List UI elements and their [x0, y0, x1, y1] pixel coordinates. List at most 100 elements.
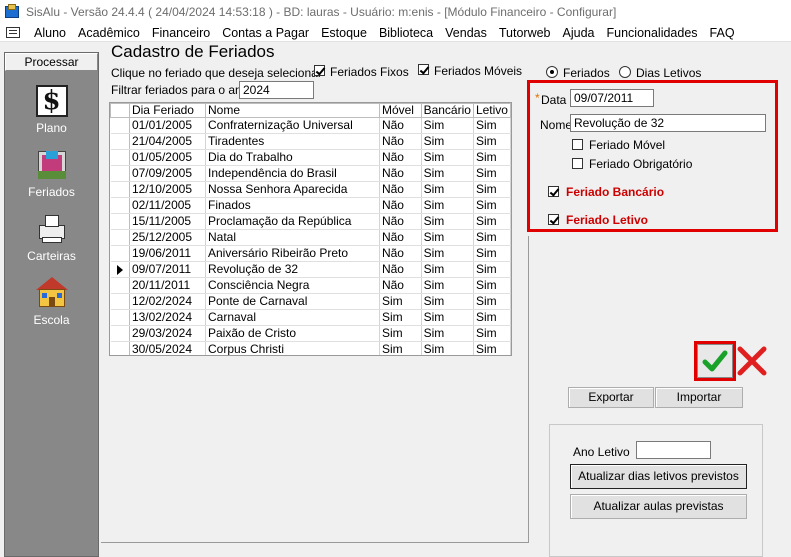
column-header-dia[interactable]: Dia Feriado [128, 103, 207, 118]
table-row[interactable]: 25/12/2005 Natal Não Sim Sim [110, 229, 511, 246]
cell-letivo: Sim [473, 309, 511, 326]
menu-academico[interactable]: Acadêmico [72, 26, 146, 40]
cell-movel: Sim [379, 309, 422, 326]
cell-bancario: Sim [421, 261, 474, 278]
cell-bancario: Sim [421, 293, 474, 310]
cell-nome: Confraternização Universal [205, 117, 380, 134]
menu-vendas[interactable]: Vendas [439, 26, 493, 40]
menu-ajuda[interactable]: Ajuda [557, 26, 601, 40]
cell-nome: Proclamação da República [205, 213, 380, 230]
sidebar-item-escola[interactable]: Escola [5, 277, 98, 327]
dias-letivos-radio[interactable] [619, 66, 631, 78]
atualizar-aulas-button[interactable]: Atualizar aulas previstas [570, 494, 747, 519]
menu-aluno[interactable]: Aluno [28, 26, 72, 40]
feriado-bancario-checkbox[interactable] [548, 186, 559, 197]
feriado-obrigatorio-checkbox[interactable] [572, 158, 583, 169]
data-label: Data [541, 93, 567, 107]
table-row[interactable]: 30/05/2024 Corpus Christi Sim Sim Sim [110, 341, 511, 355]
cell-letivo: Sim [473, 325, 511, 342]
feriados-radio-label: Feriados [563, 66, 610, 80]
row-indicator [110, 325, 130, 342]
importar-button[interactable]: Importar [655, 387, 743, 408]
column-header-letivo[interactable]: Letivo [472, 103, 511, 118]
cell-dia: 07/09/2005 [129, 165, 207, 182]
feriado-movel-checkbox[interactable] [572, 139, 583, 150]
sidebar: Processar $ Plano Feriados Carteiras Esc… [4, 52, 99, 557]
table-row[interactable]: 12/02/2024 Ponte de Carnaval Sim Sim Sim [110, 293, 511, 310]
filter-year-input[interactable] [239, 81, 314, 99]
column-header-movel[interactable]: Móvel [378, 103, 422, 118]
cell-bancario: Sim [421, 197, 474, 214]
data-field[interactable] [570, 89, 654, 107]
window-title: SisAlu - Versão 24.4.4 ( 24/04/2024 14:5… [26, 5, 617, 19]
cell-bancario: Sim [421, 341, 474, 355]
cell-dia: 01/01/2005 [129, 117, 207, 134]
cell-dia: 30/05/2024 [129, 341, 207, 355]
required-mark: * [535, 91, 540, 105]
table-row[interactable]: 02/11/2005 Finados Não Sim Sim [110, 197, 511, 214]
feriado-bancario-label: Feriado Bancário [566, 185, 665, 199]
table-row[interactable]: 29/03/2024 Paixão de Cristo Sim Sim Sim [110, 325, 511, 342]
menu-estoque[interactable]: Estoque [315, 26, 373, 40]
atualizar-dias-letivos-button[interactable]: Atualizar dias letivos previstos [570, 464, 747, 489]
cell-dia: 12/10/2005 [129, 181, 207, 198]
menu-financeiro[interactable]: Financeiro [146, 26, 216, 40]
cell-movel: Sim [379, 325, 422, 342]
menu-biblioteca[interactable]: Biblioteca [373, 26, 439, 40]
cell-bancario: Sim [421, 133, 474, 150]
ano-letivo-input[interactable] [636, 441, 711, 459]
sidebar-item-label: Plano [36, 121, 67, 135]
cell-movel: Não [379, 229, 422, 246]
menu-funcionalidades[interactable]: Funcionalidades [601, 26, 704, 40]
system-menu-icon[interactable] [6, 26, 22, 40]
holidays-grid[interactable]: Dia Feriado Nome Móvel Bancário Letivo 0… [109, 102, 512, 356]
cell-nome: Nossa Senhora Aparecida [205, 181, 380, 198]
table-row[interactable]: 20/11/2011 Consciência Negra Não Sim Sim [110, 277, 511, 294]
page-title: Cadastro de Feriados [111, 42, 275, 61]
confirm-highlight [694, 341, 736, 381]
sidebar-item-plano[interactable]: $ Plano [5, 85, 98, 135]
exportar-button[interactable]: Exportar [568, 387, 654, 408]
cell-dia: 20/11/2011 [129, 277, 207, 294]
row-indicator [110, 165, 130, 182]
feriados-radio[interactable] [546, 66, 558, 78]
column-header-bancario[interactable]: Bancário [420, 103, 474, 118]
menu-tutorweb[interactable]: Tutorweb [493, 26, 557, 40]
row-indicator [110, 149, 130, 166]
table-row[interactable]: 13/02/2024 Carnaval Sim Sim Sim [110, 309, 511, 326]
nome-field[interactable] [570, 114, 766, 132]
cell-nome: Tiradentes [205, 133, 380, 150]
table-row[interactable]: 15/11/2005 Proclamação da República Não Sim… [110, 213, 511, 230]
sidebar-item-feriados[interactable]: Feriados [5, 149, 98, 199]
table-row[interactable]: 21/04/2005 Tiradentes Não Sim Sim [110, 133, 511, 150]
cell-bancario: Sim [421, 309, 474, 326]
dias-letivos-radio-label: Dias Letivos [636, 66, 702, 80]
feriado-letivo-checkbox[interactable] [548, 214, 559, 225]
cell-letivo: Sim [473, 293, 511, 310]
menu-faq[interactable]: FAQ [704, 26, 741, 40]
table-row[interactable]: 09/07/2011 Revolução de 32 Não Sim Sim [110, 261, 511, 278]
feriado-movel-label: Feriado Móvel [589, 138, 666, 152]
cancel-icon[interactable] [734, 344, 770, 378]
cell-letivo: Sim [473, 229, 511, 246]
row-indicator [110, 277, 130, 294]
table-row[interactable]: 12/10/2005 Nossa Senhora Aparecida Não Sim S… [110, 181, 511, 198]
feriados-fixos-checkbox[interactable] [314, 65, 325, 76]
feriados-moveis-checkbox[interactable] [418, 64, 429, 75]
cell-movel: Não [379, 261, 422, 278]
cell-nome: Carnaval [205, 309, 380, 326]
sidebar-item-carteiras[interactable]: Carteiras [5, 213, 98, 263]
table-row[interactable]: 01/01/2005 Confraternização Universal Não S… [110, 117, 511, 134]
cell-movel: Não [379, 181, 422, 198]
table-row[interactable]: 01/05/2005 Dia do Trabalho Não Sim Sim [110, 149, 511, 166]
cell-movel: Sim [379, 293, 422, 310]
cell-letivo: Sim [473, 149, 511, 166]
row-indicator [110, 213, 130, 230]
column-header-nome[interactable]: Nome [205, 103, 380, 118]
sidebar-header[interactable]: Processar [5, 53, 98, 71]
table-row[interactable]: 07/09/2005 Independência do Brasil Não Sim S… [110, 165, 511, 182]
table-row[interactable]: 19/06/2011 Aniversário Ribeirão Preto Não S… [110, 245, 511, 262]
row-indicator [110, 181, 130, 198]
menu-contas-a-pagar[interactable]: Contas a Pagar [216, 26, 315, 40]
cell-nome: Finados [205, 197, 380, 214]
